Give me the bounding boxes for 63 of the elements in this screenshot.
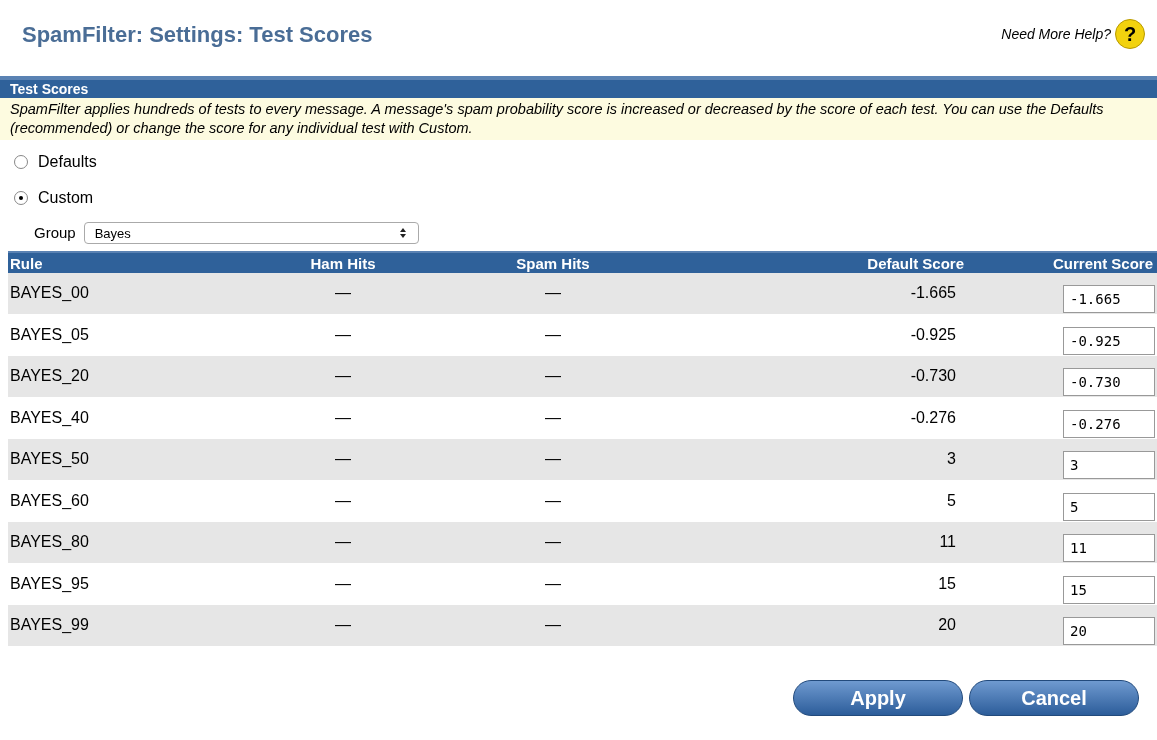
group-select[interactable]: Bayes [83, 222, 419, 245]
table-cell-text: — [334, 615, 352, 636]
score-field[interactable]: 20 [1063, 617, 1155, 646]
table-cell-text: -1.665 [909, 283, 957, 304]
table-cell-text: 20 [937, 615, 957, 636]
section-description: SpamFilter applies hundreds of tests to every message. A message's spam probability score is increased or decreased by the score of each test. You can use the Defaults (recommended) or change the score for any individual test with Custom. [0, 98, 1157, 140]
table-cell-text: -0.925 [909, 324, 957, 345]
table-cell-text: — [334, 532, 352, 553]
table-cell-text: — [544, 449, 562, 470]
table-cell-text: BAYES_80 [9, 532, 90, 553]
table-cell-text: BAYES_99 [9, 615, 90, 636]
table-cell-text: 15 [937, 573, 957, 594]
column-header: Current Score [1051, 253, 1154, 274]
help-icon[interactable]: ? [1115, 19, 1145, 49]
table-cell-text: — [334, 407, 352, 428]
table-cell-text: BAYES_60 [9, 490, 90, 511]
score-field[interactable]: 3 [1063, 451, 1155, 480]
table-cell-text: BAYES_50 [9, 449, 90, 470]
action-button[interactable]: Apply [793, 680, 963, 716]
page-title: SpamFilter: Settings: Test Scores [22, 20, 373, 49]
table-cell-text: 11 [938, 532, 957, 553]
table-cell-text: — [544, 366, 562, 387]
table-cell-text: -0.730 [909, 366, 957, 387]
table-cell-text: — [544, 490, 562, 511]
radio-button[interactable] [14, 155, 28, 169]
table-cell-text: 5 [946, 490, 957, 511]
action-button[interactable]: Cancel [969, 680, 1139, 716]
table-cell-text: BAYES_20 [9, 366, 90, 387]
table-cell-text: — [544, 573, 562, 594]
table-cell-text: — [334, 324, 352, 345]
table-cell-text: — [334, 366, 352, 387]
score-field[interactable]: -0.730 [1063, 368, 1155, 397]
column-header: Ham Hits [309, 253, 377, 274]
score-field[interactable]: 5 [1063, 492, 1155, 521]
table-cell-text: — [334, 449, 352, 470]
table-cell-text: — [334, 573, 352, 594]
radio-button[interactable] [14, 191, 28, 205]
radio-label: Defaults [38, 152, 97, 172]
column-header: Spam Hits [515, 253, 591, 274]
table-cell-text: — [334, 490, 352, 511]
table-cell-text: — [544, 324, 562, 345]
radio-label: Custom [38, 188, 94, 208]
table-cell-text: — [544, 407, 562, 428]
score-field[interactable]: 15 [1063, 575, 1155, 604]
table-cell-text: BAYES_95 [9, 573, 90, 594]
score-field[interactable]: -0.276 [1063, 409, 1155, 438]
section-header: Test Scores [0, 76, 1157, 98]
table-cell-text: BAYES_40 [9, 407, 90, 428]
column-header: Default Score [866, 253, 965, 274]
table-cell-text: BAYES_05 [9, 324, 90, 345]
table-cell-text: BAYES_00 [9, 283, 90, 304]
table-cell-text: — [544, 615, 562, 636]
help-link[interactable]: Need More Help? [1001, 23, 1111, 45]
table-cell-text: — [544, 283, 562, 304]
table-cell-text: — [544, 532, 562, 553]
score-field[interactable]: -1.665 [1063, 285, 1155, 314]
score-field[interactable]: 11 [1063, 534, 1155, 563]
table-cell-text: — [334, 283, 352, 304]
table-cell-text: 3 [946, 449, 957, 470]
group-label: Group [34, 223, 76, 243]
table-cell-text: -0.276 [909, 407, 957, 428]
score-field[interactable]: -0.925 [1063, 326, 1155, 355]
column-header: Rule [9, 253, 44, 274]
